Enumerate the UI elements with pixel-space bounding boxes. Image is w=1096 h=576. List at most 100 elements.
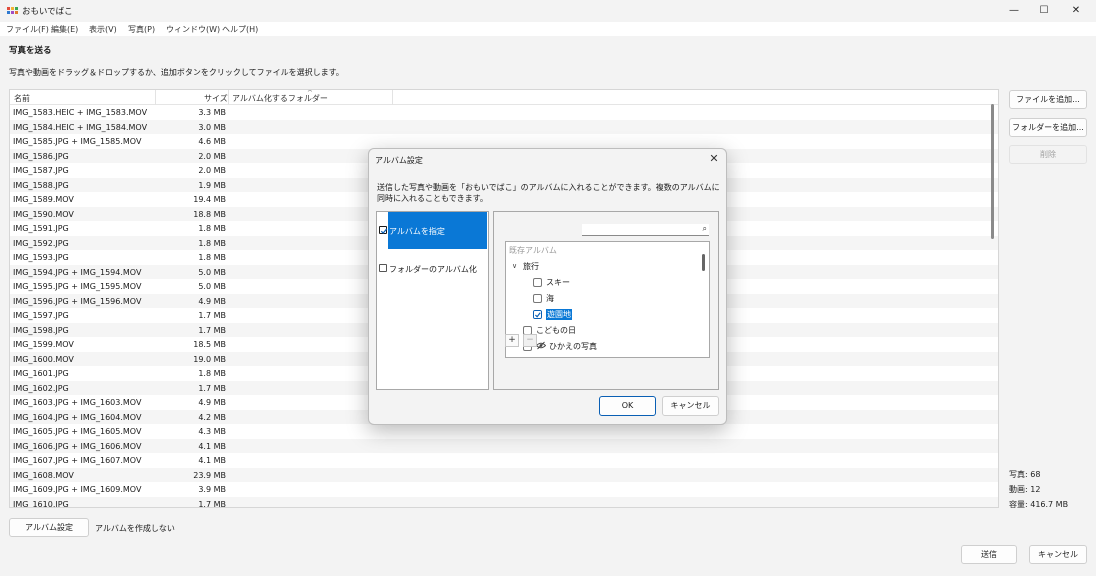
- menu-window[interactable]: ウィンドウ(W): [166, 24, 220, 35]
- specify-album-checkbox[interactable]: [379, 226, 388, 234]
- sort-caret-icon: ^: [307, 89, 313, 97]
- capacity: 容量: 416.7 MB: [1009, 500, 1069, 509]
- dialog-close-icon[interactable]: ✕: [707, 152, 721, 165]
- minimize-button[interactable]: —: [1002, 3, 1026, 19]
- dialog-cancel-button[interactable]: キャンセル: [662, 396, 719, 416]
- album-search-input[interactable]: ⌕: [582, 224, 709, 236]
- existing-albums-header: 既存アルバム: [509, 246, 557, 255]
- delete-button[interactable]: 削除: [1009, 145, 1087, 164]
- file-name-cell: IMG_1593.JPG: [13, 253, 69, 262]
- file-size-cell: 3.0 MB: [198, 122, 226, 132]
- chevron-down-icon[interactable]: ∨: [512, 262, 517, 270]
- album-settings-dialog: アルバム設定 ✕ 送信した写真や動画を「おもいでばこ」のアルバムに入れることがで…: [368, 148, 727, 425]
- add-files-button[interactable]: ファイルを追加...: [1009, 90, 1087, 109]
- album-mode-list: アルバムを指定 フォルダーのアルバム化: [376, 211, 489, 390]
- file-size-cell: 1.8 MB: [198, 224, 226, 233]
- add-album-button[interactable]: +: [505, 334, 519, 347]
- file-size-cell: 4.6 MB: [198, 137, 226, 146]
- video-count: 動画: 12: [1009, 485, 1041, 494]
- table-scrollbar-thumb[interactable]: [991, 104, 994, 239]
- tree-node-label: 海: [546, 294, 554, 303]
- file-name-cell: IMG_1606.JPG + IMG_1606.MOV: [13, 441, 142, 451]
- folder-album-checkbox[interactable]: [379, 264, 387, 272]
- album-settings-button[interactable]: アルバム設定: [9, 518, 89, 537]
- file-name-cell: IMG_1595.JPG + IMG_1595.MOV: [13, 282, 142, 291]
- menu-file[interactable]: ファイル(F): [6, 24, 49, 35]
- remove-album-button[interactable]: −: [523, 334, 537, 347]
- file-size-cell: 2.0 MB: [198, 151, 226, 161]
- app-logo-icon: [7, 7, 18, 15]
- file-size-cell: 1.7 MB: [198, 311, 226, 320]
- file-size-cell: 5.0 MB: [198, 282, 226, 291]
- file-size-cell: 4.9 MB: [198, 398, 226, 407]
- file-name-cell: IMG_1594.JPG + IMG_1594.MOV: [13, 267, 142, 277]
- column-header-size[interactable]: サイズ: [204, 93, 228, 104]
- tree-node-travel[interactable]: 旅行: [523, 261, 539, 273]
- file-size-cell: 5.0 MB: [198, 267, 226, 277]
- file-name-cell: IMG_1592.JPG: [13, 238, 69, 248]
- file-size-cell: 19.0 MB: [193, 354, 226, 364]
- add-folder-button[interactable]: フォルダーを追加...: [1009, 118, 1087, 137]
- maximize-button[interactable]: ☐: [1032, 3, 1056, 19]
- column-header-name[interactable]: 名前: [14, 93, 30, 104]
- file-name-cell: IMG_1601.JPG: [13, 369, 69, 378]
- table-row[interactable]: IMG_1606.JPG + IMG_1606.MOV 4.1 MB: [10, 438, 998, 453]
- table-header: 名前 サイズ アルバム化するフォルダー ^: [10, 90, 998, 105]
- file-name-cell: IMG_1587.JPG: [13, 166, 69, 175]
- file-size-cell: 3.9 MB: [198, 485, 226, 494]
- file-name-cell: IMG_1591.JPG: [13, 224, 69, 233]
- file-name-cell: IMG_1583.HEIC + IMG_1583.MOV: [13, 108, 148, 117]
- table-row[interactable]: IMG_1584.HEIC + IMG_1584.MOV 3.0 MB: [10, 119, 998, 134]
- checkbox[interactable]: [533, 294, 542, 303]
- checkbox-checked[interactable]: [533, 310, 542, 319]
- file-name-cell: IMG_1608.MOV: [13, 470, 74, 480]
- file-name-cell: IMG_1599.MOV: [13, 340, 74, 349]
- menu-view[interactable]: 表示(V): [89, 24, 117, 35]
- file-size-cell: 18.5 MB: [193, 340, 226, 349]
- dialog-ok-button[interactable]: OK: [599, 396, 656, 416]
- album-picker-pane: ⌕ 既存アルバム ∨ 旅行 スキー 海 遊園地 こどもの日 ひかえの写真 + −: [493, 211, 719, 390]
- tree-node-label: ひかえの写真: [549, 342, 597, 351]
- album-status-text: アルバムを作成しない: [95, 524, 175, 533]
- window-title: おもいでばこ: [22, 7, 73, 17]
- file-name-cell: IMG_1610.JPG: [13, 499, 69, 508]
- tree-scrollbar-thumb[interactable]: [702, 254, 705, 271]
- column-header-folder[interactable]: アルバム化するフォルダー: [232, 93, 328, 104]
- close-window-button[interactable]: ✕: [1064, 3, 1088, 19]
- column-divider[interactable]: [392, 90, 393, 105]
- table-row[interactable]: IMG_1608.MOV 23.9 MB: [10, 467, 998, 482]
- cancel-button[interactable]: キャンセル: [1029, 545, 1087, 564]
- specify-album-label: アルバムを指定: [389, 227, 445, 236]
- search-icon[interactable]: ⌕: [703, 224, 707, 234]
- folder-album-label[interactable]: フォルダーのアルバム化: [389, 264, 477, 275]
- file-size-cell: 18.8 MB: [193, 209, 226, 219]
- file-size-cell: 1.7 MB: [198, 383, 226, 393]
- file-name-cell: IMG_1609.JPG + IMG_1609.MOV: [13, 485, 142, 494]
- table-row[interactable]: IMG_1605.JPG + IMG_1605.MOV 4.3 MB: [10, 424, 998, 439]
- file-size-cell: 23.9 MB: [193, 470, 226, 480]
- file-size-cell: 4.1 MB: [198, 441, 226, 451]
- checkbox[interactable]: [533, 278, 542, 287]
- table-scrollbar[interactable]: [987, 94, 997, 504]
- file-name-cell: IMG_1600.MOV: [13, 354, 74, 364]
- table-row[interactable]: IMG_1585.JPG + IMG_1585.MOV 4.6 MB: [10, 134, 998, 149]
- file-size-cell: 3.3 MB: [198, 108, 226, 117]
- send-button[interactable]: 送信: [961, 545, 1017, 564]
- menu-edit[interactable]: 編集(E): [51, 24, 78, 35]
- menu-photo[interactable]: 写真(P): [128, 24, 155, 35]
- menu-bar: ファイル(F) 編集(E) 表示(V) 写真(P) ウィンドウ(W) ヘルプ(H…: [0, 22, 1096, 36]
- file-size-cell: 1.7 MB: [198, 499, 226, 508]
- column-divider[interactable]: [155, 90, 156, 105]
- menu-help[interactable]: ヘルプ(H): [222, 24, 258, 35]
- file-size-cell: 19.4 MB: [193, 195, 226, 204]
- file-name-cell: IMG_1605.JPG + IMG_1605.MOV: [13, 427, 142, 436]
- column-divider[interactable]: [228, 90, 229, 105]
- file-name-cell: IMG_1590.MOV: [13, 209, 74, 219]
- file-name-cell: IMG_1607.JPG + IMG_1607.MOV: [13, 456, 142, 465]
- file-size-cell: 2.0 MB: [198, 166, 226, 175]
- table-row[interactable]: IMG_1610.JPG 1.7 MB: [10, 496, 998, 508]
- table-row[interactable]: IMG_1583.HEIC + IMG_1583.MOV 3.3 MB: [10, 105, 998, 120]
- file-size-cell: 1.8 MB: [198, 369, 226, 378]
- table-row[interactable]: IMG_1607.JPG + IMG_1607.MOV 4.1 MB: [10, 453, 998, 468]
- table-row[interactable]: IMG_1609.JPG + IMG_1609.MOV 3.9 MB: [10, 482, 998, 497]
